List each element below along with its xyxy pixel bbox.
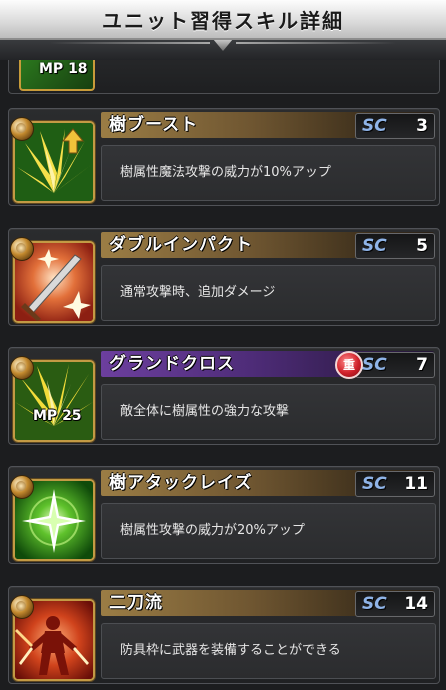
sc-value: 3 <box>416 116 428 136</box>
sc-cost-box: SC 3 <box>355 113 435 139</box>
skill-card[interactable]: 樹ブースト SC 3 樹属性魔法攻撃の威力が10%アップ <box>8 108 440 206</box>
skill-description: 樹属性攻撃の威力が20%アップ <box>120 523 305 538</box>
sc-value: 5 <box>416 236 428 256</box>
ornament-line-right <box>236 42 396 44</box>
skill-name: 樹ブースト <box>109 115 199 135</box>
skill-description: 防具枠に武器を装備することができる <box>120 643 341 658</box>
sc-value: 7 <box>416 355 428 375</box>
element-orb-icon <box>10 475 34 499</box>
mp-cost-label: MP 25 <box>33 408 82 424</box>
sc-label: SC <box>362 594 387 614</box>
sc-label: SC <box>362 474 387 494</box>
skill-description-box: 防具枠に武器を装備することができる <box>101 623 436 679</box>
screen-title: ユニット習得スキル詳細 <box>102 8 344 33</box>
sc-label: SC <box>362 116 387 136</box>
screen-header: ユニット習得スキル詳細 <box>0 0 446 40</box>
skill-description: 樹属性魔法攻撃の威力が10%アップ <box>120 165 331 180</box>
element-orb-icon <box>10 117 34 141</box>
sc-label: SC <box>362 355 387 375</box>
sc-cost-box: SC 11 <box>355 471 435 497</box>
skill-card[interactable]: 二刀流 SC 14 防具枠に武器を装備することができる <box>8 586 440 684</box>
sc-value: 14 <box>404 594 428 614</box>
mp-cost-label: MP 18 <box>39 61 88 77</box>
sc-cost-box: SC 14 <box>355 591 435 617</box>
skill-card[interactable]: 樹アタックレイズ SC 11 樹属性攻撃の威力が20%アップ <box>8 466 440 564</box>
skill-card[interactable]: MP 25 グランドクロス 重 SC 7 敵全体に樹属性の強力な攻撃 <box>8 347 440 445</box>
skill-name: 二刀流 <box>109 593 163 613</box>
header-ornament <box>0 38 446 60</box>
ornament-line-left <box>50 42 210 44</box>
skill-description-box: 敵全体に樹属性の強力な攻撃 <box>101 384 436 440</box>
sc-cost-box: SC 5 <box>355 233 435 259</box>
skill-name: 樹アタックレイズ <box>109 473 253 493</box>
skill-description: 敵全体に樹属性の強力な攻撃 <box>120 404 290 419</box>
sc-value: 11 <box>404 474 428 494</box>
skill-card[interactable]: ダブルインパクト SC 5 通常攻撃時、追加ダメージ <box>8 228 440 326</box>
skill-description-box: 通常攻撃時、追加ダメージ <box>101 265 436 321</box>
sc-cost-box: SC 7 <box>355 352 435 378</box>
ornament-diamond <box>213 39 233 51</box>
skill-name: ダブルインパクト <box>109 235 253 255</box>
heavy-badge-label: 重 <box>342 358 355 372</box>
heavy-badge-icon: 重 <box>335 351 363 379</box>
sc-label: SC <box>362 236 387 256</box>
skill-name: グランドクロス <box>109 354 235 374</box>
element-orb-icon <box>10 356 34 380</box>
skill-description-box: 樹属性攻撃の威力が20%アップ <box>101 503 436 559</box>
element-orb-icon <box>10 595 34 619</box>
skill-description: 通常攻撃時、追加ダメージ <box>120 285 276 300</box>
element-orb-icon <box>10 237 34 261</box>
skill-description-box: 樹属性魔法攻撃の威力が10%アップ <box>101 145 436 201</box>
